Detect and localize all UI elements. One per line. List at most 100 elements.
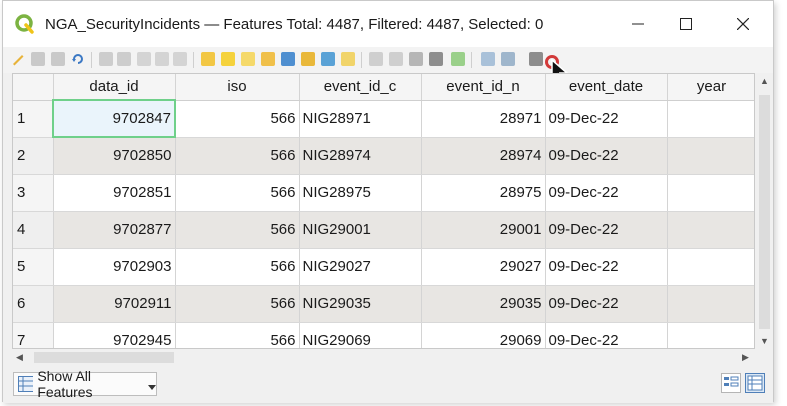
cell-year[interactable]: [667, 100, 754, 138]
cell-year[interactable]: [667, 322, 754, 348]
cell-iso[interactable]: 566: [175, 248, 300, 286]
cell-event-date[interactable]: 09-Dec-22: [545, 137, 668, 175]
table-view-button[interactable]: [745, 373, 765, 393]
cell-year[interactable]: [667, 248, 754, 286]
cell-data-id[interactable]: 9702945: [53, 322, 176, 348]
copy-button[interactable]: [155, 52, 169, 66]
save-edits-button[interactable]: [51, 52, 65, 66]
column-header-event-id-c[interactable]: event_id_c: [299, 74, 422, 101]
column-header-event-id-n[interactable]: event_id_n: [421, 74, 546, 101]
cell-event-id-c[interactable]: NIG29001: [299, 211, 422, 249]
table-row[interactable]: 7 9702945 566 NIG29069 29069 09-Dec-22: [13, 322, 754, 348]
cell-iso[interactable]: 566: [175, 322, 300, 348]
cell-event-date[interactable]: 09-Dec-22: [545, 211, 668, 249]
cell-event-id-n[interactable]: 28971: [421, 100, 546, 138]
cell-event-id-n[interactable]: 29027: [421, 248, 546, 286]
cell-year[interactable]: [667, 174, 754, 212]
row-number[interactable]: 2: [13, 137, 54, 175]
cell-iso[interactable]: 566: [175, 100, 300, 138]
add-feature-button[interactable]: [99, 52, 113, 66]
move-selection-to-top-button[interactable]: [301, 52, 315, 66]
paste-button[interactable]: [173, 52, 187, 66]
row-number[interactable]: 4: [13, 211, 54, 249]
invert-selection-button[interactable]: [241, 52, 255, 66]
cell-event-id-c[interactable]: NIG29027: [299, 248, 422, 286]
toggle-editing-button[interactable]: [11, 52, 25, 66]
cell-event-id-c[interactable]: NIG29069: [299, 322, 422, 348]
table-row[interactable]: 1 9702847 566 NIG28971 28971 09-Dec-22: [13, 99, 754, 138]
cell-iso[interactable]: 566: [175, 174, 300, 212]
corner-header[interactable]: [13, 74, 54, 101]
cell-event-date[interactable]: 09-Dec-22: [545, 174, 668, 212]
cell-event-date[interactable]: 09-Dec-22: [545, 248, 668, 286]
scroll-down-arrow-icon[interactable]: ▼: [760, 337, 769, 346]
column-header-iso[interactable]: iso: [175, 74, 300, 101]
cell-data-id[interactable]: 9702851: [53, 174, 176, 212]
cell-iso[interactable]: 566: [175, 137, 300, 175]
close-button[interactable]: [720, 9, 766, 39]
deselect-all-button[interactable]: [261, 52, 275, 66]
column-header-year[interactable]: year: [667, 74, 754, 101]
cell-year[interactable]: [667, 285, 754, 323]
cell-event-date[interactable]: 09-Dec-22: [545, 322, 668, 348]
cell-data-id[interactable]: 9702850: [53, 137, 176, 175]
cell-event-id-c[interactable]: NIG28971: [299, 100, 422, 138]
cell-event-id-n[interactable]: 29001: [421, 211, 546, 249]
toggle-multi-edit-button[interactable]: [31, 52, 45, 66]
pan-to-selected-button[interactable]: [321, 52, 335, 66]
scroll-up-arrow-icon[interactable]: ▲: [760, 77, 769, 86]
horizontal-scroll-thumb[interactable]: [34, 352, 174, 363]
cell-data-id[interactable]: 9702877: [53, 211, 176, 249]
cell-event-date[interactable]: 09-Dec-22: [545, 285, 668, 323]
cell-year[interactable]: [667, 211, 754, 249]
zoom-to-selected-button[interactable]: [341, 52, 355, 66]
reload-button[interactable]: [71, 52, 85, 66]
new-field-button[interactable]: [409, 52, 423, 66]
cell-event-id-n[interactable]: 28975: [421, 174, 546, 212]
table-row[interactable]: 5 9702903 566 NIG29027 29027 09-Dec-22: [13, 248, 754, 286]
dock-attribute-table-button[interactable]: [529, 52, 543, 66]
cell-event-id-n[interactable]: 29069: [421, 322, 546, 348]
cell-event-id-c[interactable]: NIG29035: [299, 285, 422, 323]
cell-year[interactable]: [667, 137, 754, 175]
table-row[interactable]: 4 9702877 566 NIG29001 29001 09-Dec-22: [13, 211, 754, 249]
cell-event-id-n[interactable]: 29035: [421, 285, 546, 323]
column-header-data-id[interactable]: data_id: [53, 74, 176, 101]
vertical-scrollbar[interactable]: ▲ ▼: [756, 73, 773, 349]
cell-event-date[interactable]: 09-Dec-22: [545, 100, 668, 138]
select-all-button[interactable]: [221, 52, 235, 66]
cell-event-id-n[interactable]: 28974: [421, 137, 546, 175]
cell-data-id[interactable]: 9702911: [53, 285, 176, 323]
minimize-button[interactable]: [615, 9, 661, 39]
filter-select-button[interactable]: [281, 52, 295, 66]
delete-field-button[interactable]: [429, 52, 443, 66]
row-number[interactable]: 7: [13, 322, 54, 348]
delete-feature-button[interactable]: [117, 52, 131, 66]
table-row[interactable]: 2 9702850 566 NIG28974 28974 09-Dec-22: [13, 137, 754, 175]
form-view-button[interactable]: [721, 373, 741, 393]
field-calculator-button[interactable]: [451, 52, 465, 66]
cell-data-id[interactable]: 9702847: [52, 99, 176, 138]
row-number[interactable]: 5: [13, 248, 54, 286]
scroll-right-arrow-icon[interactable]: ▶: [742, 353, 749, 362]
row-number[interactable]: 6: [13, 285, 54, 323]
attribute-grid[interactable]: data_id iso event_id_c event_id_n event_…: [12, 73, 755, 349]
row-number[interactable]: 1: [13, 100, 54, 138]
column-header-event-date[interactable]: event_date: [545, 74, 668, 101]
vertical-scroll-thumb[interactable]: [759, 95, 770, 329]
cell-iso[interactable]: 566: [175, 211, 300, 249]
maximize-button[interactable]: [663, 9, 709, 39]
conditional-formatting-button[interactable]: [481, 52, 495, 66]
show-all-features-dropdown[interactable]: Show All Features: [13, 368, 157, 400]
actions-button[interactable]: [501, 52, 515, 66]
copy-selected-rows-button[interactable]: [369, 52, 383, 66]
horizontal-scrollbar[interactable]: ◀ ▶: [12, 349, 755, 366]
row-number[interactable]: 3: [13, 174, 54, 212]
select-by-expression-button[interactable]: [201, 52, 215, 66]
cell-data-id[interactable]: 9702903: [53, 248, 176, 286]
table-row[interactable]: 3 9702851 566 NIG28975 28975 09-Dec-22: [13, 174, 754, 212]
scroll-left-arrow-icon[interactable]: ◀: [16, 353, 23, 362]
table-row[interactable]: 6 9702911 566 NIG29035 29035 09-Dec-22: [13, 285, 754, 323]
cell-event-id-c[interactable]: NIG28974: [299, 137, 422, 175]
cell-iso[interactable]: 566: [175, 285, 300, 323]
